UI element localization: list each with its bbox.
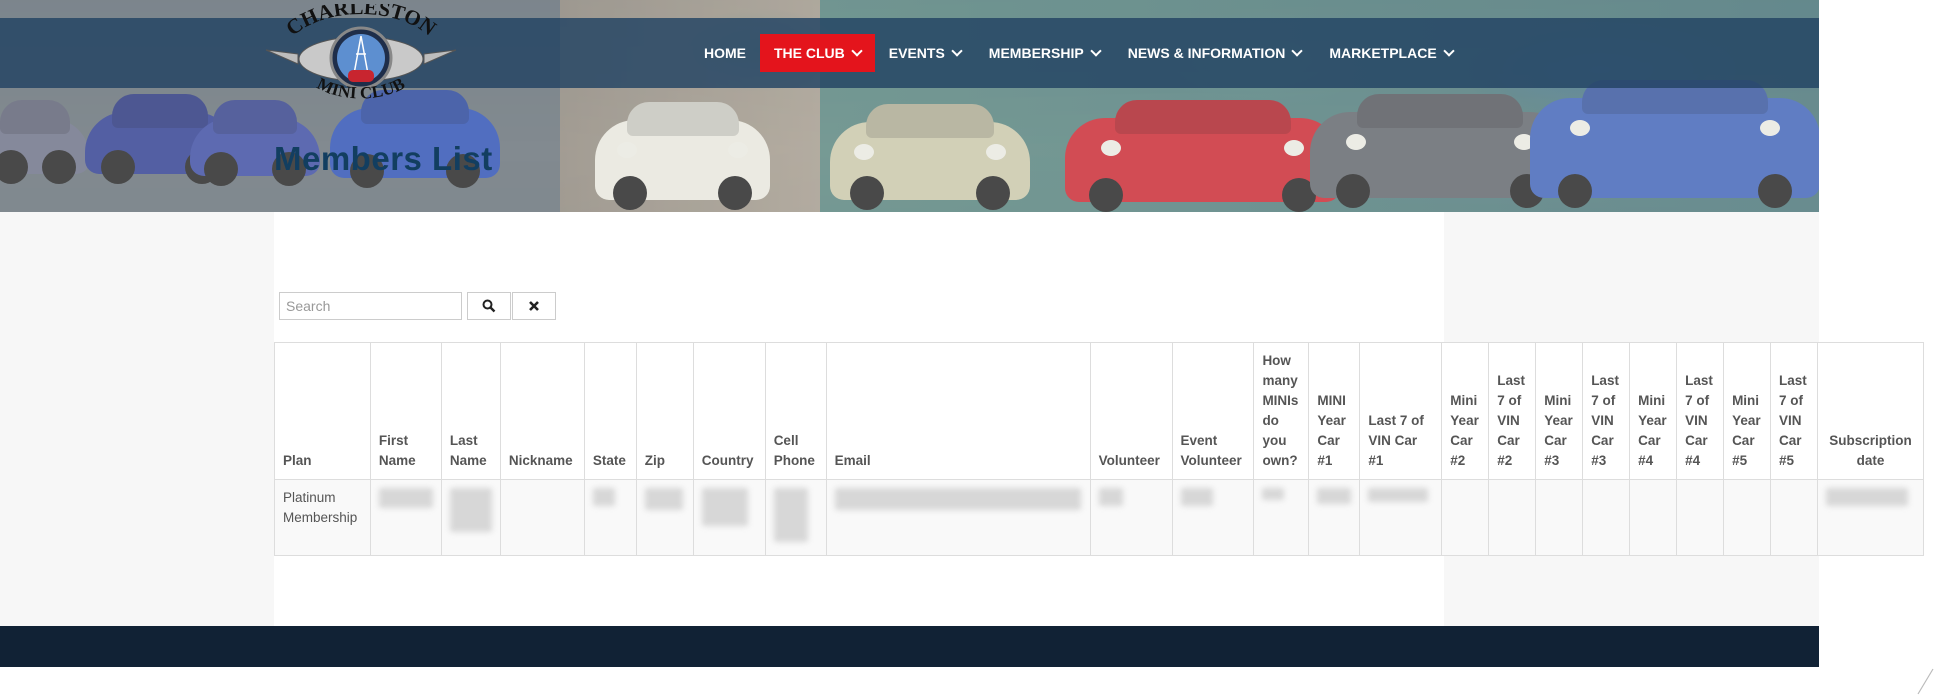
cell-mini-year-car-3 xyxy=(1535,479,1584,556)
search-icon xyxy=(482,299,496,313)
cell-cell-phone xyxy=(764,479,827,556)
column-header-minis-owned[interactable]: How many MINIs do you own? xyxy=(1253,342,1310,480)
nav-membership[interactable]: MEMBERSHIP xyxy=(975,34,1114,72)
column-header-country[interactable]: Country xyxy=(692,342,766,480)
column-header-email[interactable]: Email xyxy=(825,342,1091,480)
cell-vin-car-2 xyxy=(1488,479,1537,556)
cell-vin-car-4 xyxy=(1676,479,1725,556)
nav-marketplace[interactable]: MARKETPLACE xyxy=(1315,34,1466,72)
column-header-vin-car-5[interactable]: Last 7 of VIN Car #5 xyxy=(1770,342,1818,480)
column-header-subscription-date[interactable]: Subscription date xyxy=(1816,342,1925,480)
search-button[interactable] xyxy=(467,292,511,320)
cell-mini-year-car-4 xyxy=(1629,479,1678,556)
column-header-last-name[interactable]: Last Name xyxy=(440,342,501,480)
page-title: Members List xyxy=(274,140,493,177)
cell-mini-year-car-5 xyxy=(1723,479,1772,556)
column-header-vin-car-1[interactable]: Last 7 of VIN Car #1 xyxy=(1359,342,1443,480)
column-header-vin-car-2[interactable]: Last 7 of VIN Car #2 xyxy=(1488,342,1537,480)
table-header-row: Plan First Name Last Name Nickname State… xyxy=(274,342,1925,480)
cell-last-name xyxy=(440,479,501,556)
nav-the-club[interactable]: THE CLUB xyxy=(760,34,875,72)
column-header-plan[interactable]: Plan xyxy=(274,342,371,480)
nav-home[interactable]: HOME xyxy=(690,34,760,72)
cell-nickname xyxy=(499,479,585,556)
column-header-nickname[interactable]: Nickname xyxy=(499,342,585,480)
members-table: Plan First Name Last Name Nickname State… xyxy=(274,342,1925,556)
column-header-state[interactable]: State xyxy=(583,342,637,480)
cell-event-volunteer xyxy=(1171,479,1255,556)
left-panel xyxy=(0,212,274,626)
resize-handle-icon[interactable] xyxy=(1916,667,1934,695)
nav-events[interactable]: EVENTS xyxy=(875,34,975,72)
column-header-vin-car-3[interactable]: Last 7 of VIN Car #3 xyxy=(1582,342,1631,480)
column-header-first-name[interactable]: First Name xyxy=(369,342,442,480)
cell-minis-owned xyxy=(1253,479,1310,556)
cell-mini-year-car-2 xyxy=(1441,479,1490,556)
club-logo[interactable]: CHARLESTON MINI CLUB xyxy=(258,4,464,114)
chevron-down-icon xyxy=(851,45,863,57)
column-header-cell-phone[interactable]: Cell Phone xyxy=(764,342,827,480)
column-header-mini-year-car-3[interactable]: Mini Year Car #3 xyxy=(1535,342,1584,480)
nav-home-label: HOME xyxy=(704,45,746,61)
column-header-mini-year-car-2[interactable]: Mini Year Car #2 xyxy=(1441,342,1490,480)
nav-marketplace-label: MARKETPLACE xyxy=(1329,45,1437,61)
cell-subscription-date xyxy=(1816,479,1925,556)
cell-country xyxy=(692,479,766,556)
table-row: Platinum Membership xyxy=(274,479,1925,556)
column-header-vin-car-4[interactable]: Last 7 of VIN Car #4 xyxy=(1676,342,1725,480)
column-header-mini-year-car-4[interactable]: Mini Year Car #4 xyxy=(1629,342,1678,480)
chevron-down-icon xyxy=(1090,45,1102,57)
cell-vin-car-3 xyxy=(1582,479,1631,556)
nav-news-information-label: NEWS & INFORMATION xyxy=(1127,45,1286,61)
cell-state xyxy=(583,479,637,556)
nav-the-club-label: THE CLUB xyxy=(774,45,845,61)
nav-membership-label: MEMBERSHIP xyxy=(988,45,1084,61)
cell-vin-car-5 xyxy=(1770,479,1818,556)
column-header-mini-year-car-5[interactable]: Mini Year Car #5 xyxy=(1723,342,1772,480)
chevron-down-icon xyxy=(1443,45,1455,57)
chevron-down-icon xyxy=(1291,45,1303,57)
cell-plan: Platinum Membership xyxy=(274,479,371,556)
cell-vin-car-1 xyxy=(1359,479,1443,556)
column-header-volunteer[interactable]: Volunteer xyxy=(1089,342,1173,480)
cell-volunteer xyxy=(1089,479,1173,556)
clear-icon xyxy=(529,301,539,311)
nav-news-information[interactable]: NEWS & INFORMATION xyxy=(1114,34,1316,72)
search-input[interactable] xyxy=(279,292,462,320)
column-header-event-volunteer[interactable]: Event Volunteer xyxy=(1171,342,1255,480)
members-table-container: Plan First Name Last Name Nickname State… xyxy=(274,342,1925,556)
clear-search-button[interactable] xyxy=(512,292,556,320)
site-footer xyxy=(0,626,1819,667)
cell-mini-year-car-1 xyxy=(1308,479,1361,556)
column-header-zip[interactable]: Zip xyxy=(635,342,694,480)
cell-first-name xyxy=(369,479,442,556)
main-menu: HOME THE CLUB EVENTS MEMBERSHIP NEWS & I… xyxy=(690,34,1467,72)
chevron-down-icon xyxy=(951,45,963,57)
column-header-mini-year-car-1[interactable]: MINI Year Car #1 xyxy=(1308,342,1361,480)
nav-events-label: EVENTS xyxy=(888,45,945,61)
cell-email xyxy=(825,479,1091,556)
cell-zip xyxy=(635,479,694,556)
